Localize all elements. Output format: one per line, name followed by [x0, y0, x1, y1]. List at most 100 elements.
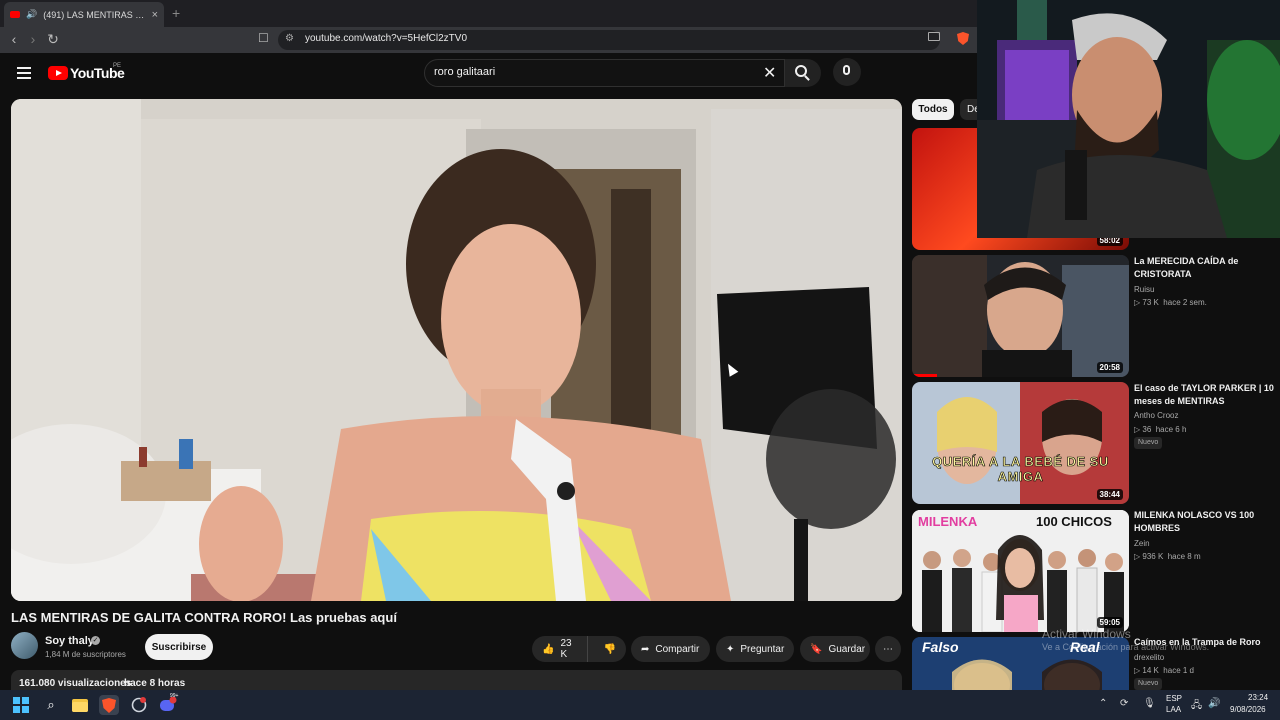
channel-name[interactable]: Soy thaly: [45, 635, 94, 647]
brave-browser-icon[interactable]: [99, 695, 119, 715]
url-text[interactable]: youtube.com/watch?v=5HefCl2zTV0: [305, 33, 467, 44]
recommendation-title[interactable]: MILENKA NOLASCO VS 100 HOMBRES: [1134, 509, 1274, 535]
recommendation-meta: ▷ 14 K hace 1 d: [1134, 666, 1194, 675]
browser-tab[interactable]: 🔊 (491) LAS MENTIRAS DE GALITA ×: [4, 2, 164, 27]
recommendation-channel[interactable]: Antho Crooz: [1134, 411, 1178, 420]
recommendation-age: hace 8 m: [1167, 552, 1201, 561]
close-tab-icon[interactable]: ×: [152, 9, 158, 21]
bookmark-save-icon: 🔖: [810, 643, 823, 655]
recommendation-views: 936 K: [1142, 552, 1164, 561]
input-language[interactable]: ESP: [1166, 694, 1182, 703]
tray-expand-icon[interactable]: ⌃: [1099, 698, 1107, 709]
bookmark-icon[interactable]: ☐: [258, 31, 269, 45]
address-bar-row: [0, 27, 977, 53]
webcam-image: [977, 0, 1280, 238]
tray-mic-icon[interactable]: 🎙: [1143, 698, 1156, 709]
recommendation-meta: ▷ 73 K hace 2 sem.: [1134, 298, 1207, 307]
site-info-icon[interactable]: ⚙: [285, 33, 294, 44]
back-icon[interactable]: ‹: [5, 31, 23, 47]
thumbnail-caption: QUERÍA A LA BEBÉ DE SU AMIGA: [932, 454, 1109, 485]
subscriber-count: 1,84 M de suscriptores: [45, 650, 126, 659]
view-count: 161.080 visualizaciones: [19, 678, 132, 689]
share-label: Compartir: [655, 643, 700, 655]
new-tab-button[interactable]: +: [172, 5, 180, 21]
like-button[interactable]: 👍 23 K: [532, 636, 588, 662]
recommendation-channel[interactable]: Zein: [1134, 539, 1150, 548]
ask-label: Preguntar: [740, 643, 785, 655]
recommendation-channel[interactable]: Ruisu: [1134, 285, 1154, 294]
recommendation-age: hace 1 d: [1163, 666, 1194, 675]
tray-sync-icon[interactable]: ⟳: [1120, 698, 1128, 709]
recommendation-meta: ▷ 36 hace 6 h: [1134, 425, 1187, 434]
chip-all[interactable]: Todos: [912, 99, 954, 120]
like-dislike-bar: 👍 23 K 👎: [532, 636, 626, 662]
recommendation-age: hace 2 sem.: [1163, 298, 1207, 307]
recommendation-thumbnail[interactable]: MILENKA 100 CHICOS 59:05: [912, 510, 1129, 632]
tab-title: (491) LAS MENTIRAS DE GALITA: [43, 9, 145, 20]
search-icon[interactable]: [795, 65, 807, 77]
more-actions-button[interactable]: ⋯: [875, 636, 901, 662]
new-badge: Nuevo: [1134, 678, 1163, 690]
thumbnail-image: [912, 255, 1129, 377]
dislike-button[interactable]: 👎: [594, 644, 626, 655]
forward-icon[interactable]: ›: [24, 31, 42, 47]
video-title: LAS MENTIRAS DE GALITA CONTRA RORO! Las …: [11, 610, 397, 625]
sparkle-icon: ✦: [726, 643, 735, 655]
subscribe-button[interactable]: Suscribirse: [145, 634, 213, 660]
webcam-overlay: [977, 0, 1280, 238]
recommendation-views: 36: [1142, 425, 1152, 434]
thumbs-down-icon: 👎: [603, 643, 616, 655]
reload-icon[interactable]: ↻: [44, 31, 62, 48]
new-badge: Nuevo: [1134, 437, 1163, 449]
thumbs-up-icon: 👍: [542, 643, 555, 655]
speaker-icon[interactable]: 🔊: [26, 9, 37, 20]
network-icon[interactable]: 🖧: [1191, 698, 1202, 715]
recommendation-views: 14 K: [1142, 666, 1159, 675]
clock-time[interactable]: 23:24: [1248, 693, 1268, 702]
video-frame: [11, 99, 902, 601]
thumbnail-text-right: 100 CHICOS: [1036, 514, 1112, 529]
recommendation-thumbnail[interactable]: 20:58: [912, 255, 1129, 377]
channel-avatar[interactable]: [11, 632, 38, 659]
more-dots-icon: ⋯: [883, 643, 893, 655]
thumbnail-text-left: MILENKA: [918, 514, 978, 529]
cast-icon[interactable]: [928, 32, 940, 41]
video-duration: 38:44: [1096, 489, 1123, 500]
share-icon: ➦: [641, 643, 650, 655]
recommendation-title[interactable]: La MERECIDA CAÍDA de CRISTORATA: [1134, 255, 1274, 281]
ask-button[interactable]: ✦ Preguntar: [716, 636, 794, 662]
save-button[interactable]: 🔖 Guardar: [800, 636, 870, 662]
youtube-logo-icon[interactable]: [48, 66, 68, 80]
input-layout[interactable]: LAA: [1166, 705, 1181, 714]
activate-windows-hint: Ve a Configuración para activar Windows.: [1042, 642, 1210, 652]
video-player[interactable]: [11, 99, 902, 601]
clock-date[interactable]: 9/08/2026: [1230, 705, 1266, 714]
activate-windows-watermark: Activar Windows: [1042, 627, 1131, 641]
clear-search-icon[interactable]: ✕: [763, 63, 776, 83]
recommendation-thumbnail[interactable]: QUERÍA A LA BEBÉ DE SU AMIGA 38:44: [912, 382, 1129, 504]
save-label: Guardar: [828, 643, 866, 655]
volume-icon[interactable]: 🔊: [1208, 698, 1220, 709]
recommendation-channel[interactable]: drexelito: [1134, 653, 1164, 662]
microphone-icon[interactable]: [843, 65, 850, 75]
region-code: PE: [113, 63, 122, 69]
windows-start-icon[interactable]: [11, 695, 31, 715]
recommendation-views: 73 K: [1142, 298, 1159, 307]
like-count: 23 K: [560, 638, 572, 660]
publish-time: hace 8 horas: [124, 678, 186, 689]
search-query[interactable]: roro galitaari: [434, 66, 495, 78]
recommendation-age: hace 6 h: [1155, 425, 1187, 434]
share-button[interactable]: ➦ Compartir: [631, 636, 710, 662]
video-duration: 20:58: [1096, 362, 1123, 373]
app-icon[interactable]: [129, 695, 149, 715]
youtube-favicon-icon: [10, 11, 20, 18]
discord-badge: 99+: [170, 693, 179, 699]
thumbnail-image: [912, 382, 1129, 504]
windows-taskbar: [0, 690, 1280, 720]
recommendation-title[interactable]: El caso de TAYLOR PARKER | 10 meses de M…: [1134, 382, 1274, 408]
recommendation-meta: ▷ 936 K hace 8 m: [1134, 552, 1201, 561]
hamburger-menu-icon[interactable]: [17, 67, 31, 82]
taskbar-search-icon[interactable]: ⌕: [41, 695, 61, 715]
file-explorer-icon[interactable]: [70, 695, 90, 715]
verified-icon: ✓: [91, 636, 100, 645]
